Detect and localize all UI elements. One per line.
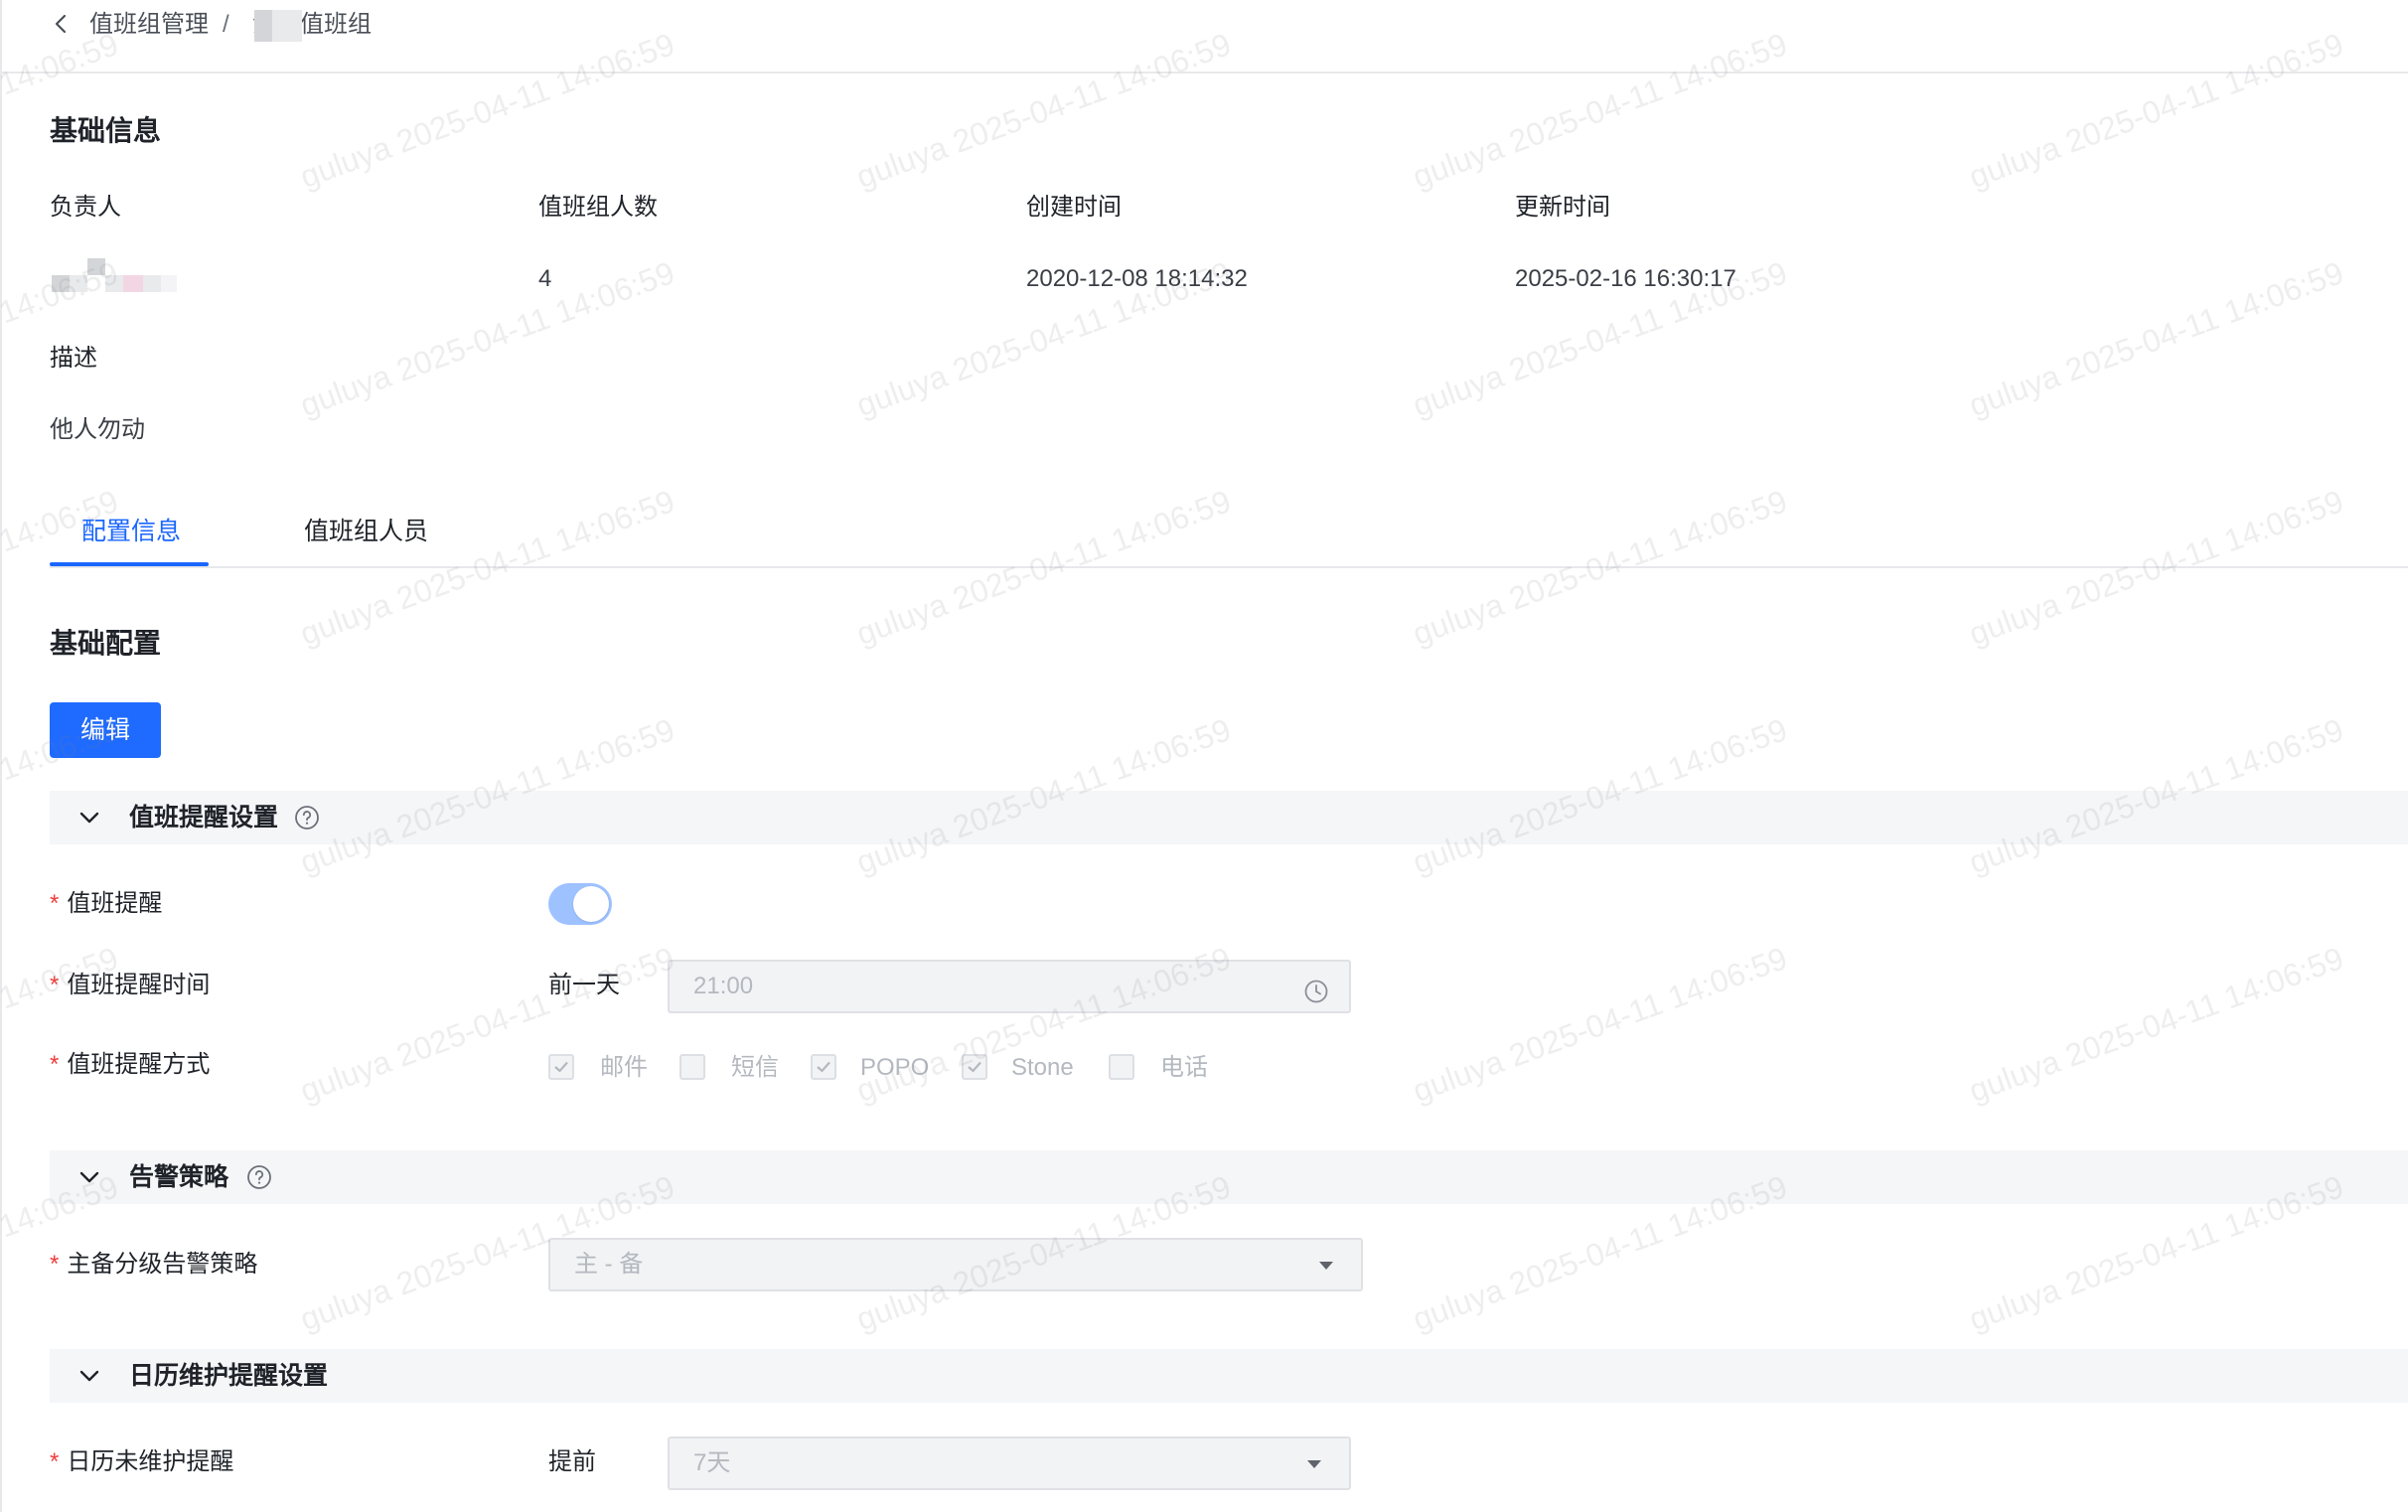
created-time-label: 创建时间: [1026, 194, 1122, 221]
method-stone-label: Stone: [1011, 1054, 1074, 1081]
question-circle-icon[interactable]: [294, 805, 320, 831]
duty-reminder-switch[interactable]: [548, 883, 612, 925]
calendar-remind-select[interactable]: 7天: [668, 1436, 1351, 1490]
reminder-method-label: * 值班提醒方式: [50, 1051, 211, 1078]
checkbox-box: [1109, 1054, 1134, 1080]
description-value: 他人勿动: [50, 416, 145, 443]
calendar-remind-value: 7天: [693, 1449, 731, 1476]
watermark-text: guluya 2025-04-11 14:06:59: [0, 940, 123, 1109]
calendar-reminder-title: 日历维护提醒设置: [129, 1362, 329, 1390]
owner-label: 负责人: [50, 194, 121, 221]
tab-bar: 配置信息 值班组人员: [50, 505, 2408, 568]
switch-knob: [573, 886, 609, 922]
chevron-down-icon[interactable]: [77, 806, 101, 830]
members-count-value: 4: [538, 265, 552, 292]
owner-avatar-redacted: [52, 258, 177, 292]
caret-down-icon: [1319, 1262, 1333, 1270]
method-popo-label: POPO: [860, 1054, 930, 1081]
alert-policy-panel-header[interactable]: 告警策略: [50, 1150, 2408, 1204]
breadcrumb-parent[interactable]: 值班组管理: [89, 8, 209, 42]
tab-config-info[interactable]: 配置信息: [81, 515, 181, 548]
watermark-text: guluya 2025-04-11 14:06:59: [295, 254, 679, 424]
alert-policy-title: 告警策略: [129, 1163, 229, 1191]
reminder-settings-panel-header[interactable]: 值班提醒设置: [50, 791, 2408, 844]
updated-time-value: 2025-02-16 16:30:17: [1515, 265, 1736, 292]
checkbox-box: [962, 1054, 987, 1080]
calendar-remind-label: * 日历未维护提醒: [50, 1448, 234, 1475]
alert-policy-value: 主 - 备: [574, 1251, 644, 1278]
calendar-reminder-panel-header[interactable]: 日历维护提醒设置: [50, 1349, 2408, 1403]
page-left-border: [0, 0, 2, 1512]
chevron-left-icon[interactable]: [50, 12, 74, 36]
method-sms-label: 短信: [731, 1054, 779, 1081]
checkbox-box: [548, 1054, 574, 1080]
reminder-time-label: * 值班提醒时间: [50, 972, 211, 998]
redaction-block: [254, 10, 272, 42]
members-count-label: 值班组人数: [538, 194, 658, 221]
edit-button[interactable]: 编辑: [50, 702, 161, 758]
redaction-block: [272, 10, 302, 42]
reminder-time-value: 21:00: [693, 973, 754, 999]
watermark-text: guluya 2025-04-11 14:06:59: [1964, 254, 2348, 424]
watermark-text: guluya 2025-04-11 14:06:59: [1964, 940, 2348, 1110]
clock-icon: [1303, 973, 1329, 1003]
tab-duty-members[interactable]: 值班组人员: [304, 515, 428, 548]
created-time-value: 2020-12-08 18:14:32: [1026, 265, 1248, 292]
question-circle-icon[interactable]: [246, 1164, 272, 1190]
caret-down-icon: [1307, 1460, 1321, 1468]
method-email-label: 邮件: [600, 1054, 648, 1081]
calendar-remind-prefix: 提前: [548, 1448, 596, 1475]
active-tab-indicator: [50, 562, 209, 566]
basic-info-title: 基础信息: [50, 115, 162, 146]
reminder-time-input[interactable]: 21:00: [668, 960, 1351, 1013]
description-label: 描述: [50, 345, 97, 372]
method-phone-label: 电话: [1160, 1054, 1208, 1081]
breadcrumb: 值班组管理 / 演示值班组: [0, 0, 2408, 74]
alert-policy-select[interactable]: 主 - 备: [548, 1238, 1363, 1291]
updated-time-label: 更新时间: [1515, 194, 1610, 221]
checkbox-box: [679, 1054, 705, 1080]
duty-reminder-label: * 值班提醒: [50, 890, 163, 917]
basic-config-title: 基础配置: [50, 628, 162, 659]
reminder-settings-title: 值班提醒设置: [129, 804, 279, 832]
alert-policy-label: * 主备分级告警策略: [50, 1251, 258, 1278]
chevron-down-icon[interactable]: [77, 1364, 101, 1388]
breadcrumb-separator: /: [223, 11, 229, 38]
reminder-time-prefix: 前一天: [548, 972, 620, 998]
watermark-text: guluya 2025-04-11 14:06:59: [1408, 940, 1792, 1110]
checkbox-box: [811, 1054, 836, 1080]
chevron-down-icon[interactable]: [77, 1165, 101, 1189]
